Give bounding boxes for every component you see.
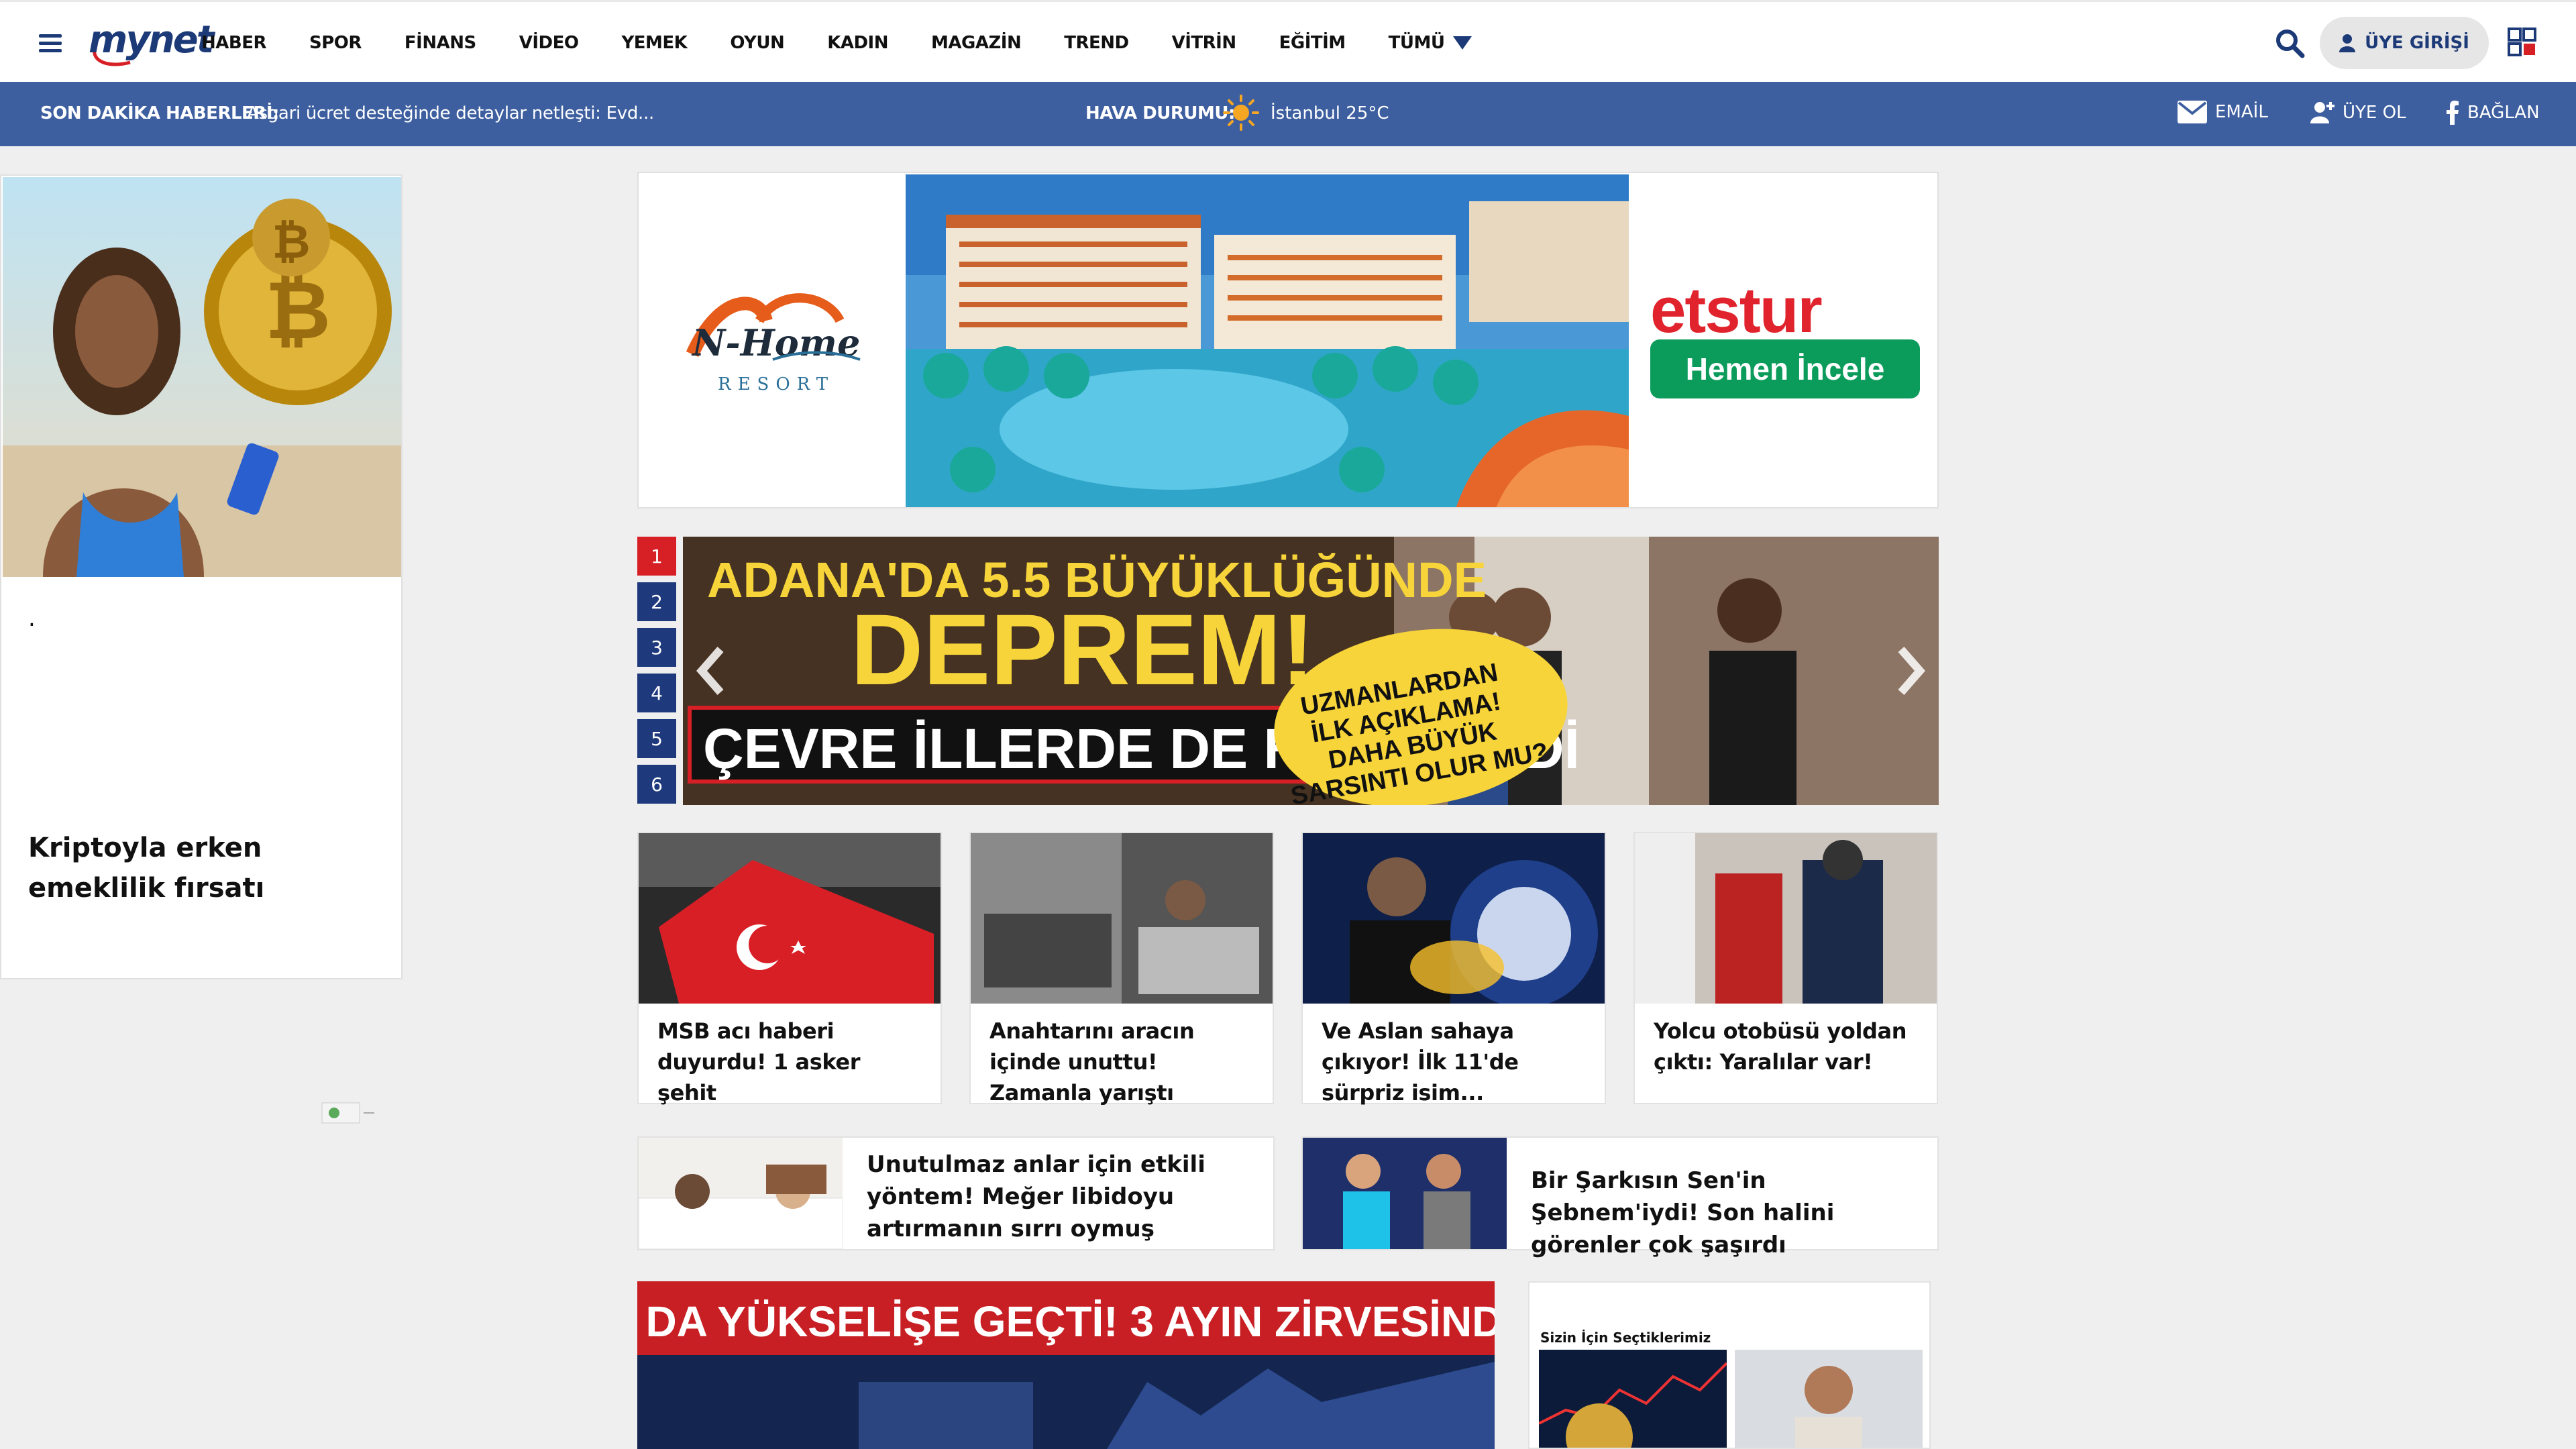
slider-page-4[interactable]: 4 (637, 674, 676, 712)
hotel-banner-ad[interactable]: N-Home RESORT etstur Hemen İncele (637, 172, 1939, 508)
bottom-headline-image: O DA YÜKSELİŞE GEÇTİ! 3 AYIN ZİRVESİNDE (637, 1281, 1495, 1449)
apps-grid-icon[interactable] (2508, 28, 2537, 57)
login-button[interactable]: ÜYE GİRİŞİ (2320, 17, 2489, 69)
sponsored-dot: . (28, 605, 36, 632)
sponsored-title[interactable]: Kriptoyla erken emeklilik fırsatı (28, 828, 377, 908)
slider-headline-main: DEPREM! (851, 593, 1315, 706)
facebook-icon (2447, 101, 2459, 125)
email-link[interactable]: EMAİL (2178, 101, 2268, 123)
nav-egitim[interactable]: EĞİTİM (1279, 33, 1346, 53)
search-icon[interactable] (2274, 28, 2305, 58)
email-label: EMAİL (2215, 102, 2268, 122)
weather-label: HAVA DURUMU: (1085, 103, 1235, 123)
nav-finans[interactable]: FİNANS (405, 33, 476, 53)
nav-kadin[interactable]: KADIN (827, 33, 888, 53)
news-card-2[interactable]: Anahtarını aracın içinde unuttu! Zamanla… (969, 832, 1274, 1106)
sun-icon (1223, 95, 1259, 131)
logo-text: mynet (89, 18, 214, 62)
recommended-image-1 (1539, 1350, 1727, 1448)
recommended-image-2 (1735, 1350, 1923, 1448)
mynet-logo[interactable]: mynet (83, 15, 214, 69)
nav-spor[interactable]: SPOR (309, 33, 362, 53)
login-label: ÜYE GİRİŞİ (2365, 33, 2469, 53)
menu-icon[interactable] (39, 34, 62, 53)
nav-trend[interactable]: TREND (1064, 33, 1129, 53)
nav-oyun[interactable]: OYUN (730, 33, 784, 53)
slider-image: ADANA'DA 5.5 BÜYÜKLÜĞÜNDE DEPREM! ÇEVRE … (683, 537, 1939, 805)
nav-video[interactable]: VİDEO (519, 33, 579, 53)
ad-choices-icon[interactable] (321, 1102, 378, 1124)
news-title-1: MSB acı haberi duyurdu! 1 asker şehit (657, 1018, 861, 1106)
bottom-headline-block[interactable]: O DA YÜKSELİŞE GEÇTİ! 3 AYIN ZİRVESİNDE (637, 1281, 1495, 1449)
etstur-logo: etstur (1650, 274, 1823, 346)
slider-page-5[interactable]: 5 (637, 719, 676, 758)
news-card-4[interactable]: Yolcu otobüsü yoldan çıktı: Yaralılar va… (1633, 832, 1938, 1104)
hotel-photo (906, 174, 1629, 507)
register-label: ÜYE OL (2343, 103, 2406, 123)
recommended-title: Sizin İçin Seçtiklerimiz (1540, 1330, 1711, 1346)
hnews-title-2: Bir Şarkısın Sen'in Şebnem'iydi! Son hal… (1531, 1167, 1835, 1258)
breaking-news-bar: SON DAKİKA HABERLERİ: Asgari ücret deste… (0, 82, 2576, 146)
nav-haber[interactable]: HABER (201, 33, 266, 53)
slider-pager: 1 2 3 4 5 6 (637, 537, 678, 810)
headline-slider[interactable]: ADANA'DA 5.5 BÜYÜKLÜĞÜNDE DEPREM! ÇEVRE … (683, 537, 1939, 805)
nav-tumu-label: TÜMÜ (1388, 33, 1445, 53)
slider-next-icon[interactable] (1892, 644, 1928, 698)
hnews-card-2[interactable]: Bir Şarkısın Sen'in Şebnem'iydi! Son hal… (1301, 1136, 1939, 1258)
hnews-image-1 (639, 1138, 843, 1249)
news-image-3 (1303, 833, 1605, 1004)
slider-page-6[interactable]: 6 (637, 765, 676, 804)
recommended-block[interactable]: Sizin İçin Seçtiklerimiz (1528, 1281, 1931, 1449)
email-icon (2178, 101, 2207, 123)
nav-tumu[interactable]: TÜMÜ (1389, 33, 1472, 53)
slider-page-3[interactable]: 3 (637, 628, 676, 667)
connect-label: BAĞLAN (2467, 103, 2540, 123)
hnews-image-2 (1303, 1138, 1507, 1249)
top-navigation: mynet HABER SPOR FİNANS VİDEO YEMEK OYUN… (0, 0, 2576, 82)
bottom-headline-text: O DA YÜKSELİŞE GEÇTİ! 3 AYIN ZİRVESİNDE (637, 1297, 1495, 1346)
news-image-2 (971, 833, 1273, 1004)
news-card-1[interactable]: MSB acı haberi duyurdu! 1 asker şehit (637, 832, 942, 1106)
slider-page-2[interactable]: 2 (637, 582, 676, 621)
chevron-down-icon (1452, 36, 1472, 50)
nav-yemek[interactable]: YEMEK (621, 33, 687, 53)
nav-vitrin[interactable]: VİTRİN (1172, 33, 1237, 53)
hnews-title-1: Unutulmaz anlar için etkili yöntem! Meğe… (867, 1151, 1205, 1242)
svg-text:₿: ₿ (265, 266, 331, 356)
breaking-headline[interactable]: Asgari ücret desteğinde detaylar netleşt… (247, 103, 654, 123)
user-icon (2339, 34, 2356, 52)
news-image-4 (1635, 833, 1937, 1004)
hotel-logo-sub: RESORT (718, 374, 835, 394)
register-link[interactable]: ÜYE OL (2309, 101, 2406, 125)
slider-prev-icon[interactable] (694, 644, 730, 698)
weather-text: İstanbul 25°C (1271, 103, 1389, 123)
news-card-3[interactable]: Ve Aslan sahaya çıkıyor! İlk 11'de sürpr… (1301, 832, 1606, 1106)
hemen-incele-button[interactable]: Hemen İncele (1650, 339, 1920, 398)
svg-text:₿: ₿ (272, 215, 310, 268)
add-user-icon (2310, 102, 2334, 123)
news-title-2: Anahtarını aracın içinde unuttu! Zamanla… (989, 1018, 1195, 1106)
hnews-card-1[interactable]: Unutulmaz anlar için etkili yöntem! Meğe… (637, 1136, 1275, 1250)
main-menu: HABER SPOR FİNANS VİDEO YEMEK OYUN KADIN… (201, 2, 1515, 84)
nav-magazin[interactable]: MAGAZİN (931, 33, 1022, 53)
left-sponsored-card[interactable]: ₿ ₿ . Kriptoyla erken emeklilik fırsatı (0, 174, 402, 1124)
news-image-1 (639, 833, 941, 1004)
facebook-connect-link[interactable]: BAĞLAN (2446, 101, 2540, 125)
news-title-3: Ve Aslan sahaya çıkıyor! İlk 11'de sürpr… (1322, 1018, 1519, 1106)
slider-page-1[interactable]: 1 (637, 537, 676, 576)
breaking-label: SON DAKİKA HABERLERİ: (40, 103, 279, 123)
news-title-4: Yolcu otobüsü yoldan çıktı: Yaralılar va… (1654, 1018, 1907, 1075)
sponsored-image: ₿ ₿ (3, 177, 401, 577)
